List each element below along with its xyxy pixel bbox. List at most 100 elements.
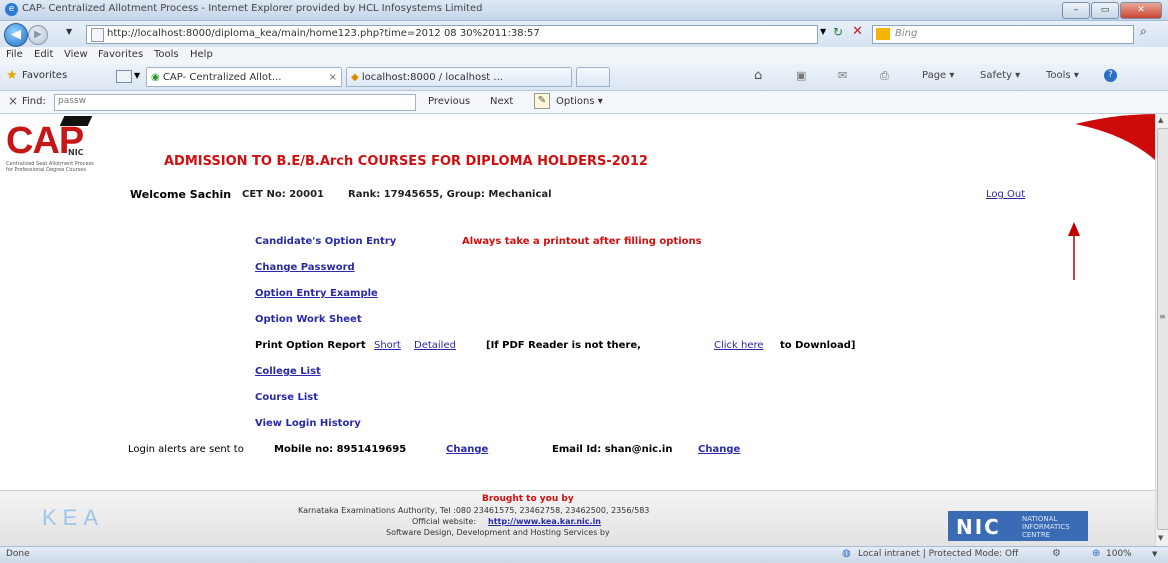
refresh-icon[interactable]: ↻ (833, 25, 843, 39)
title-bar: e CAP- Centralized Allotment Process - I… (0, 0, 1168, 21)
course-list-link[interactable]: Course List (255, 392, 318, 403)
find-previous-button[interactable]: Previous (428, 96, 470, 107)
tab-localhost-label: localhost:8000 / localhost ... (361, 72, 503, 83)
software-text: Software Design, Development and Hosting… (386, 528, 610, 537)
print-report-label: Print Option Report (255, 340, 366, 351)
favorites-button[interactable]: Favorites (22, 70, 67, 81)
search-placeholder: Bing (895, 28, 918, 39)
pdf-note-post: to Download] (780, 340, 856, 351)
forward-button[interactable]: ▶ (28, 25, 48, 45)
find-options-icon: ✎ (534, 93, 550, 109)
find-input-value: passw (58, 96, 86, 106)
zoom-level[interactable]: 100% (1106, 549, 1132, 559)
detailed-report-link[interactable]: Detailed (414, 340, 456, 351)
tab-cap[interactable]: ◉ CAP- Centralized Allot... × (146, 67, 342, 87)
cap-logo-caption2: for Professional Degree Courses (6, 167, 86, 173)
menu-edit[interactable]: Edit (34, 49, 53, 60)
rank-group: Rank: 17945655, Group: Mechanical (348, 189, 552, 200)
menu-favorites[interactable]: Favorites (98, 49, 143, 60)
address-url[interactable]: http://localhost:8000/diploma_kea/main/h… (107, 28, 540, 39)
website-label: Official website: (412, 517, 477, 526)
logout-link[interactable]: Log Out (986, 189, 1025, 200)
quick-tabs-icon[interactable] (116, 70, 132, 83)
option-entry-example-link[interactable]: Option Entry Example (255, 288, 378, 299)
tab-cap-label: CAP- Centralized Allot... (162, 72, 282, 83)
option-entry-link[interactable]: Candidate's Option Entry (255, 236, 396, 247)
find-label: Find: (22, 96, 46, 107)
search-box[interactable]: Bing (872, 25, 1134, 44)
alerts-text: Login alerts are sent to (128, 444, 244, 455)
tab-close-icon[interactable]: × (329, 68, 337, 88)
cet-number: CET No: 20001 (242, 189, 324, 200)
address-row: ◀ ▶ ▼ http://localhost:8000/diploma_kea/… (0, 21, 1168, 47)
menu-help[interactable]: Help (190, 49, 213, 60)
scroll-thumb[interactable] (1157, 128, 1168, 530)
find-next-button[interactable]: Next (490, 96, 513, 107)
menu-tools[interactable]: Tools (154, 49, 179, 60)
help-icon[interactable]: ? (1104, 69, 1117, 82)
search-icon[interactable]: ⌕ (1140, 24, 1147, 39)
mobile-number: Mobile no: 8951419695 (274, 444, 407, 455)
page-menu[interactable]: Page ▾ (922, 70, 954, 81)
page-icon (91, 28, 104, 42)
short-report-link[interactable]: Short (374, 340, 401, 351)
click-here-link[interactable]: Click here (714, 340, 764, 351)
cap-tab-icon: ◉ (151, 72, 160, 83)
address-bar[interactable]: http://localhost:8000/diploma_kea/main/h… (86, 25, 818, 44)
maximize-button[interactable]: ▭ (1091, 2, 1119, 19)
intranet-icon: ◍ (842, 548, 851, 559)
change-email-link[interactable]: Change (698, 444, 740, 455)
scroll-grip-icon: ≡ (1159, 312, 1166, 321)
option-work-sheet-link[interactable]: Option Work Sheet (255, 314, 362, 325)
page-scrollbar[interactable]: ▲ ≡ ▼ (1155, 114, 1168, 546)
zoom-dropdown-icon[interactable]: ▼ (1152, 550, 1157, 558)
kea-logo: KEA (42, 505, 105, 530)
print-icon[interactable]: ⎙ (880, 69, 889, 83)
security-zone[interactable]: Local intranet | Protected Mode: Off (858, 549, 1018, 559)
change-password-link[interactable]: Change Password (255, 262, 355, 273)
find-options-button[interactable]: Options ▾ (556, 96, 603, 107)
cap-logo-sub: NIC (68, 148, 84, 157)
college-list-link[interactable]: College List (255, 366, 321, 377)
address-dropdown-icon[interactable]: ▼ (820, 27, 826, 36)
find-input[interactable]: passw (54, 94, 416, 111)
tools-menu[interactable]: Tools ▾ (1046, 70, 1079, 81)
mortarboard-icon (59, 116, 93, 126)
menu-view[interactable]: View (64, 49, 88, 60)
corner-decoration (1075, 114, 1155, 160)
favorites-star-icon: ★ (6, 68, 18, 83)
scroll-down-icon[interactable]: ▼ (1158, 534, 1163, 542)
website-link[interactable]: http://www.kea.kar.nic.in (488, 517, 601, 526)
change-mobile-link[interactable]: Change (446, 444, 488, 455)
cap-logo: CAP NIC Centralized Seat Allotment Proce… (6, 116, 116, 174)
stop-icon[interactable]: ✕ (852, 24, 863, 39)
brought-by: Brought to you by (482, 494, 574, 504)
welcome-text: Welcome Sachin (130, 188, 232, 201)
tab-list-dropdown-icon[interactable]: ▼ (134, 71, 140, 80)
tab-localhost[interactable]: ◆ localhost:8000 / localhost ... (346, 67, 572, 87)
close-button[interactable]: ✕ (1120, 2, 1162, 19)
find-close-button[interactable]: × (8, 94, 18, 108)
bing-icon (876, 28, 890, 40)
minimize-button[interactable]: – (1062, 2, 1090, 19)
menu-file[interactable]: File (6, 49, 23, 60)
status-bar: Done ◍ Local intranet | Protected Mode: … (0, 546, 1168, 563)
menu-bar: File Edit View Favorites Tools Help (0, 47, 1168, 64)
back-button[interactable]: ◀ (4, 23, 28, 47)
scroll-up-icon[interactable]: ▲ (1158, 116, 1163, 124)
login-history-link[interactable]: View Login History (255, 418, 361, 429)
favorites-bar: ★ Favorites ▼ ◉ CAP- Centralized Allot..… (0, 64, 1168, 91)
new-tab[interactable] (576, 67, 610, 87)
mail-icon[interactable]: ✉ (838, 69, 847, 82)
phpmyadmin-icon: ◆ (351, 72, 359, 83)
protected-mode-icon[interactable]: ⚙ (1052, 548, 1061, 559)
status-text: Done (6, 549, 30, 559)
page-heading: ADMISSION TO B.E/B.Arch COURSES FOR DIPL… (164, 154, 648, 169)
home-icon[interactable]: ⌂ (754, 68, 762, 83)
nic-caption: NATIONAL INFORMATICS CENTRE (1022, 515, 1070, 539)
safety-menu[interactable]: Safety ▾ (980, 70, 1020, 81)
window-title: CAP- Centralized Allotment Process - Int… (22, 3, 483, 14)
history-dropdown-icon[interactable]: ▼ (66, 27, 72, 36)
authority-text: Karnataka Examinations Authority, Tel :0… (298, 506, 650, 515)
feeds-icon[interactable]: ▣ (796, 69, 806, 82)
